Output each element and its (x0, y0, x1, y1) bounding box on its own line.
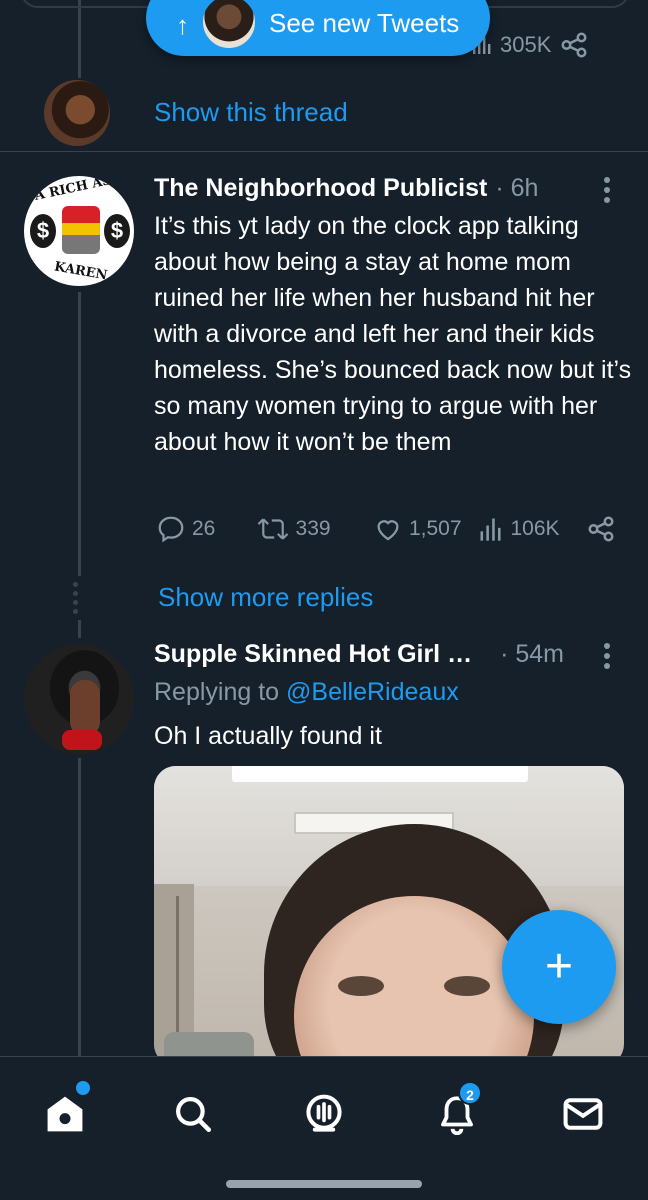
tweet1-timestamp[interactable]: · 6h (495, 174, 538, 203)
nav-messages[interactable] (558, 1089, 608, 1139)
avatar-figure (70, 680, 100, 736)
replying-to-prefix: Replying to (154, 678, 280, 706)
tweet2-more-icon[interactable] (602, 642, 612, 670)
reply-count: 26 (192, 517, 216, 540)
avatar-dollar-left: $ (30, 214, 56, 248)
avatar-dollar-right: $ (104, 214, 130, 248)
tweet2-header: Supple Skinned Hot Girl … · 54m (154, 640, 584, 669)
bottom-navigation: 2 (0, 1056, 648, 1200)
home-unread-dot (76, 1081, 90, 1095)
home-icon (47, 1096, 83, 1132)
replying-to: Replying to @BelleRideaux (154, 678, 459, 707)
nav-spaces[interactable] (299, 1089, 349, 1139)
tweet1-avatar[interactable]: A RICH ASS $ $ KAREN (24, 176, 134, 286)
media-caption-bar (232, 766, 528, 782)
reply-icon (158, 516, 184, 543)
tweet1-actions: 26 339 1,507 106K (156, 514, 616, 544)
tweet2-author-name[interactable]: Supple Skinned Hot Girl … (154, 640, 472, 669)
avatar-text-top: A RICH ASS (33, 176, 122, 204)
nav-notifications[interactable]: 2 (432, 1081, 482, 1139)
show-more-replies-link[interactable]: Show more replies (158, 582, 373, 613)
tweet2-timestamp[interactable]: · 54m (500, 640, 564, 669)
heart-icon (377, 520, 399, 541)
previous-tweet-views-count: 305K (500, 32, 552, 57)
tweet1-text: It’s this yt lady on the clock app talki… (154, 212, 632, 456)
retweet-count: 339 (295, 517, 331, 540)
plus-icon: + (544, 940, 574, 993)
messages-icon (563, 1098, 603, 1130)
share-button[interactable] (586, 514, 616, 544)
avatar-red-dress (62, 730, 102, 750)
search-icon (176, 1097, 212, 1133)
arrow-up-icon: ↑ (176, 9, 189, 40)
reply-button[interactable]: 26 (156, 514, 256, 544)
retweet-icon (257, 518, 288, 540)
views-icon (480, 518, 501, 541)
replying-to-handle[interactable]: @BelleRideaux (286, 678, 459, 706)
like-button[interactable]: 1,507 (373, 514, 477, 544)
spaces-icon (306, 1094, 342, 1132)
notifications-badge: 2 (458, 1081, 482, 1105)
share-icon (588, 516, 614, 542)
thread-author-avatar[interactable] (44, 80, 110, 146)
views-button[interactable]: 106K (477, 514, 586, 544)
thread-line-bottom (78, 620, 81, 638)
nav-home[interactable] (40, 1081, 90, 1139)
like-count: 1,507 (408, 517, 462, 540)
system-home-indicator[interactable] (226, 1180, 422, 1188)
media-eye-right (444, 976, 490, 996)
tweet2-text: Oh I actually found it (154, 722, 382, 750)
thread-line-reply (78, 758, 81, 1058)
new-tweets-avatar (201, 0, 257, 50)
see-new-tweets-label: See new Tweets (269, 7, 460, 38)
avatar-cart-graphic (62, 206, 100, 254)
retweet-button[interactable]: 339 (256, 514, 373, 544)
tweet1-header: The Neighborhood Publicist · 6h (154, 174, 538, 203)
tweet2-avatar[interactable] (24, 644, 134, 754)
thread-line-middle (78, 292, 81, 576)
show-this-thread-link[interactable]: Show this thread (154, 97, 348, 128)
media-eye-left (338, 976, 384, 996)
tweet1-author-name[interactable]: The Neighborhood Publicist (154, 174, 487, 203)
share-icon[interactable] (559, 30, 589, 60)
previous-tweet-views[interactable]: 305K (470, 30, 589, 60)
views-count: 106K (510, 517, 560, 540)
see-new-tweets-button[interactable]: ↑ See new Tweets (146, 0, 490, 56)
tweet1-more-icon[interactable] (602, 176, 612, 204)
thread-gap-dots (73, 582, 78, 614)
compose-tweet-button[interactable]: + (502, 910, 616, 1024)
avatar-text-bottom: KAREN (53, 259, 109, 284)
nav-search[interactable] (168, 1089, 218, 1139)
